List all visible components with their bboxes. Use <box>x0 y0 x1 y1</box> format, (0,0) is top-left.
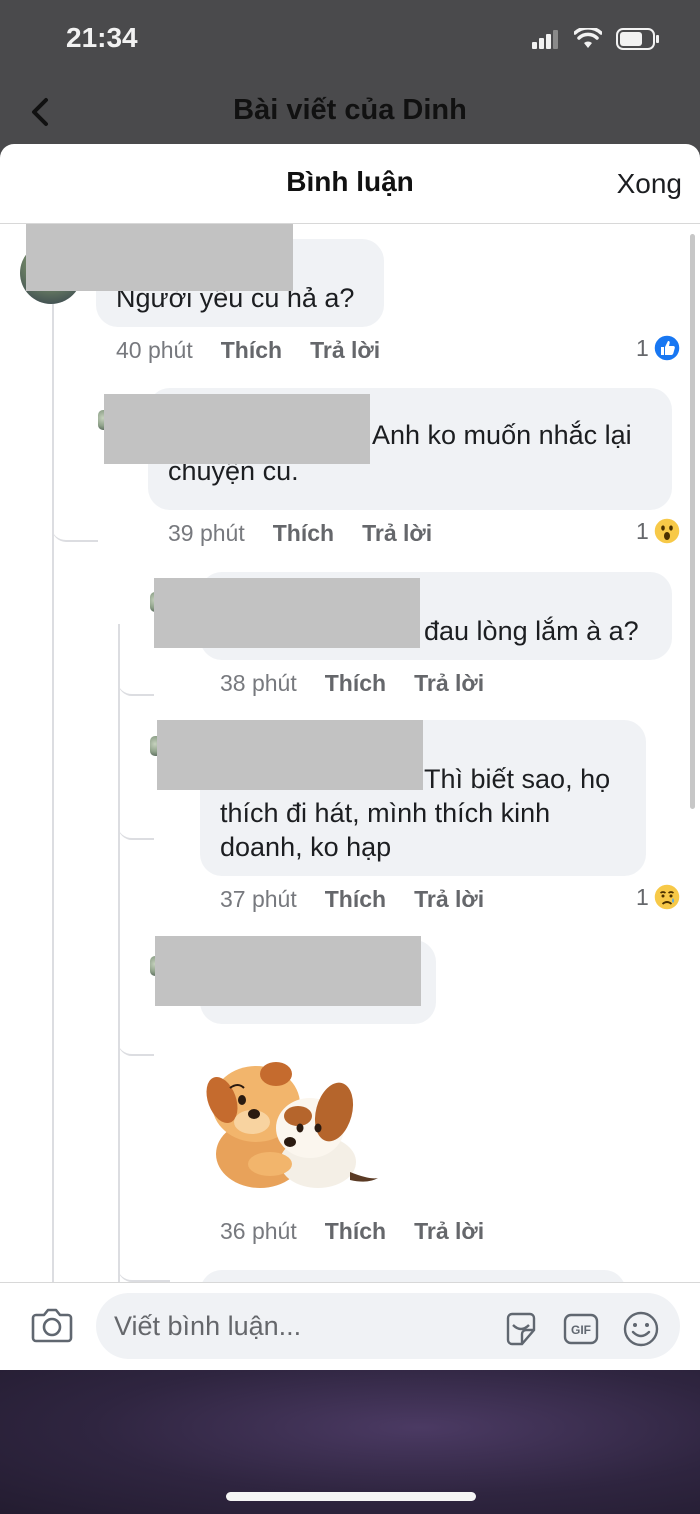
status-bar: 21:34 <box>0 0 700 80</box>
reply-button[interactable]: Trả lời <box>414 886 484 913</box>
comment-actions: 37 phút Thích Trả lời <box>220 886 484 913</box>
comment-time: 38 phút <box>220 670 297 696</box>
comment-text: đau lòng lắm à a? <box>424 616 639 646</box>
thread-line <box>52 304 54 1282</box>
status-time: 21:34 <box>66 22 138 53</box>
comment-input-box[interactable]: GIF <box>96 1293 680 1359</box>
wifi-icon <box>574 28 602 48</box>
svg-text:GIF: GIF <box>571 1323 591 1337</box>
reaction-count[interactable]: 1 <box>636 517 681 545</box>
comment-list[interactable]: Người yêu cũ hả a? 40 phút Thích Trả lời… <box>0 224 700 1282</box>
thread-connector <box>118 788 154 840</box>
comment-text-line: Anh ko muốn nhắc lại <box>372 420 632 450</box>
comment-composer: GIF <box>0 1282 700 1370</box>
reaction-number: 1 <box>636 883 649 910</box>
thread-connector <box>118 1236 170 1282</box>
background-page-header: Bài viết của Dinh <box>0 82 700 144</box>
cellular-signal-icon <box>532 30 558 49</box>
like-button[interactable]: Thích <box>325 886 386 913</box>
wow-reaction-icon <box>653 517 681 545</box>
comment-text-line: thích đi hát, mình thích kinh <box>220 798 551 828</box>
sad-reaction-icon <box>653 883 681 911</box>
reply-button[interactable]: Trả lời <box>362 520 432 547</box>
comment-time: 37 phút <box>220 886 297 912</box>
sheet-header: Bình luận Xong <box>0 144 700 224</box>
comment-time: 39 phút <box>168 520 245 546</box>
reaction-number: 1 <box>636 334 649 361</box>
reply-button[interactable]: Trả lời <box>310 337 380 364</box>
comment-text-line: doanh, ko hạp <box>220 832 392 862</box>
reaction-count[interactable]: 1 <box>636 334 681 362</box>
like-reaction-icon <box>653 334 681 362</box>
reply-button[interactable]: Trả lời <box>414 670 484 697</box>
done-button[interactable]: Xong <box>617 168 682 200</box>
background-page-title: Bài viết của Dinh <box>233 94 467 126</box>
like-button[interactable]: Thích <box>273 520 334 547</box>
thread-connector <box>118 1004 154 1056</box>
battery-icon <box>616 28 659 50</box>
two-dogs-hugging-sticker[interactable] <box>200 1044 380 1194</box>
like-button[interactable]: Thích <box>325 1218 386 1245</box>
scrollbar[interactable] <box>690 234 695 809</box>
sheet-title: Bình luận <box>286 166 414 197</box>
sticker-icon[interactable] <box>502 1310 540 1348</box>
reply-button[interactable]: Trả lời <box>414 1218 484 1245</box>
reaction-count[interactable]: 1 <box>636 883 681 911</box>
thread-line-nested <box>118 624 120 1282</box>
status-icons <box>532 28 660 50</box>
like-button[interactable]: Thích <box>325 670 386 697</box>
comment-bubble-partial <box>200 1270 626 1282</box>
comment-actions: 38 phút Thích Trả lời <box>220 670 484 697</box>
comment-actions: 36 phút Thích Trả lời <box>220 1218 484 1245</box>
comment-input[interactable] <box>114 1305 494 1347</box>
gif-icon[interactable]: GIF <box>562 1310 600 1348</box>
comment-actions: 40 phút Thích Trả lời <box>116 337 380 364</box>
comment-time: 36 phút <box>220 1218 297 1244</box>
reaction-number: 1 <box>636 517 649 544</box>
home-indicator[interactable] <box>226 1492 476 1501</box>
redacted-name <box>104 394 370 464</box>
redacted-name <box>154 578 420 648</box>
redacted-name <box>26 224 293 291</box>
emoji-icon[interactable] <box>622 1310 660 1348</box>
like-button[interactable]: Thích <box>221 337 282 364</box>
redacted-name <box>155 936 421 1006</box>
comment-actions: 39 phút Thích Trả lời <box>168 520 432 547</box>
comment-time: 40 phút <box>116 337 193 363</box>
camera-icon[interactable] <box>30 1305 74 1345</box>
comment-text-line: Thì biết sao, họ <box>424 764 611 794</box>
comments-sheet: Bình luận Xong Người yêu cũ hả a? 40 phú… <box>0 144 700 1370</box>
redacted-name <box>157 720 423 790</box>
thread-connector <box>52 494 98 542</box>
thread-connector <box>118 644 154 696</box>
